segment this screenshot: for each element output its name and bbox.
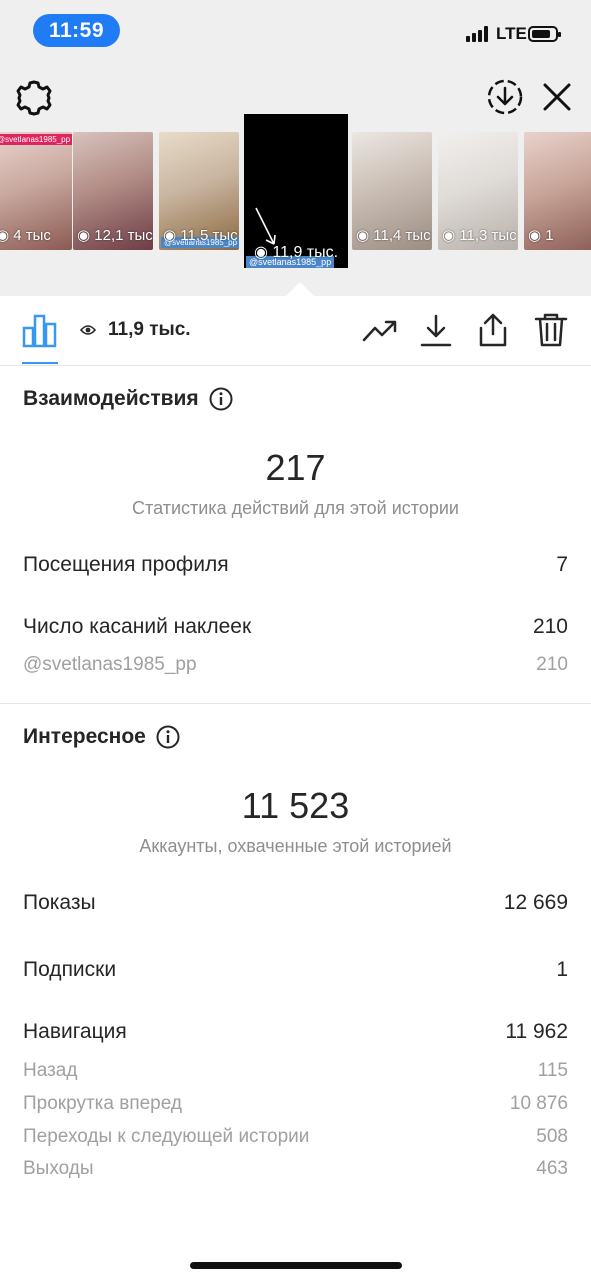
forward-row: Прокрутка вперед 10 876 <box>23 1093 568 1115</box>
views-count: 11,9 тыс. <box>80 319 191 341</box>
insights-tab-indicator <box>22 362 58 364</box>
row-label: Число касаний наклеек <box>23 615 252 638</box>
row-value: 210 <box>532 615 568 638</box>
discovery-subtitle: Аккаунты, охваченные этой историей <box>139 836 452 856</box>
section-divider <box>0 703 591 704</box>
signal-icon <box>466 26 494 42</box>
row-label: Выходы <box>23 1158 94 1179</box>
story-thumbnail[interactable]: ◉ 12,1 тыс <box>73 132 153 250</box>
back-row: Назад 115 <box>23 1060 568 1082</box>
sticker-mention-row: @svetlanas1985_pp 210 <box>23 654 568 676</box>
interactions-subtitle: Статистика действий для этой истории <box>132 498 459 518</box>
row-value: 1 <box>556 958 568 981</box>
profile-visits-row: Посещения профиля 7 <box>23 553 568 577</box>
selected-story-pointer <box>286 282 314 296</box>
info-icon[interactable] <box>209 387 233 411</box>
story-thumbnail-selected[interactable]: @svetlanas1985_pp ◉ 11,9 тыс. <box>244 114 348 268</box>
share-icon[interactable] <box>475 312 511 348</box>
row-value: 7 <box>556 553 568 576</box>
trending-icon[interactable] <box>362 312 398 348</box>
info-icon[interactable] <box>156 725 180 749</box>
row-value: 210 <box>536 654 568 675</box>
discovery-title: Интересное <box>23 725 146 748</box>
eye-icon <box>80 325 96 335</box>
story-views-count: ◉ 11,3 тыс <box>442 227 517 244</box>
pointer-arrow-icon <box>255 207 276 245</box>
next-story-row: Переходы к следующей истории 508 <box>23 1126 568 1148</box>
battery-icon <box>528 26 561 42</box>
row-value: 508 <box>536 1126 568 1147</box>
discovery-total: 11 523 <box>241 785 350 826</box>
status-bar: 11:59 LTE <box>0 0 591 62</box>
row-value: 115 <box>537 1060 568 1081</box>
sticker-taps-row: Число касаний наклеек 210 <box>23 615 568 639</box>
row-label: Навигация <box>23 1020 127 1043</box>
story-views-count: ◉ 12,1 тыс <box>77 227 153 244</box>
interactions-title: Взаимодействия <box>23 387 199 410</box>
download-story-icon[interactable] <box>486 78 524 116</box>
download-icon[interactable] <box>418 312 454 348</box>
story-views-count: ◉ 4 тыс <box>0 227 51 244</box>
interactions-section-title: Взаимодействия <box>23 387 233 411</box>
story-views-count: ◉ 11,5 тыс <box>163 227 238 244</box>
row-label: Посещения профиля <box>23 553 229 576</box>
story-thumbnail[interactable]: @svetlanas1985_pp ◉ 4 тыс <box>0 132 72 250</box>
story-thumbnail[interactable]: ◉ 11,4 тыс <box>352 132 432 250</box>
impressions-row: Показы 12 669 <box>23 891 568 915</box>
exits-row: Выходы 463 <box>23 1158 568 1180</box>
row-value: 463 <box>536 1158 568 1179</box>
story-sticker-label: @svetlanas1985_pp <box>0 134 72 145</box>
network-label: LTE <box>496 24 527 43</box>
navigation-row: Навигация 11 962 <box>23 1020 568 1044</box>
row-value: 12 669 <box>503 891 568 914</box>
story-views-count: ◉ 1 <box>528 227 554 244</box>
row-label: @svetlanas1985_pp <box>23 654 197 675</box>
row-label: Назад <box>23 1060 78 1081</box>
discovery-section-title: Интересное <box>23 725 180 749</box>
story-thumbnail[interactable]: ◉ 1 <box>524 132 591 250</box>
story-thumbnail[interactable]: ◉ 11,3 тыс <box>438 132 518 250</box>
row-label: Подписки <box>23 958 117 981</box>
close-icon[interactable] <box>540 80 574 114</box>
row-label: Показы <box>23 891 96 914</box>
views-count-value: 11,9 тыс. <box>108 319 191 340</box>
delete-icon[interactable] <box>533 312 569 348</box>
story-thumbnails: @svetlanas1985_pp ◉ 4 тыс ◉ 12,1 тыс @svetl… <box>0 114 591 274</box>
interactions-total: 217 <box>265 447 326 488</box>
settings-gear-icon[interactable] <box>15 79 53 117</box>
row-label: Переходы к следующей истории <box>23 1126 310 1147</box>
story-action-bar: 11,9 тыс. <box>0 296 591 366</box>
row-value: 11 962 <box>505 1020 568 1043</box>
row-label: Прокрутка вперед <box>23 1093 182 1114</box>
row-value: 10 876 <box>509 1093 568 1114</box>
insights-bar-chart-icon[interactable] <box>22 314 58 348</box>
story-views-count: ◉ 11,4 тыс <box>356 227 431 244</box>
status-time[interactable]: 11:59 <box>33 14 120 47</box>
story-thumbnail[interactable]: @svetlanas1985_pp ◉ 11,5 тыс <box>159 132 239 250</box>
follows-row: Подписки 1 <box>23 958 568 982</box>
home-indicator[interactable] <box>190 1262 402 1269</box>
